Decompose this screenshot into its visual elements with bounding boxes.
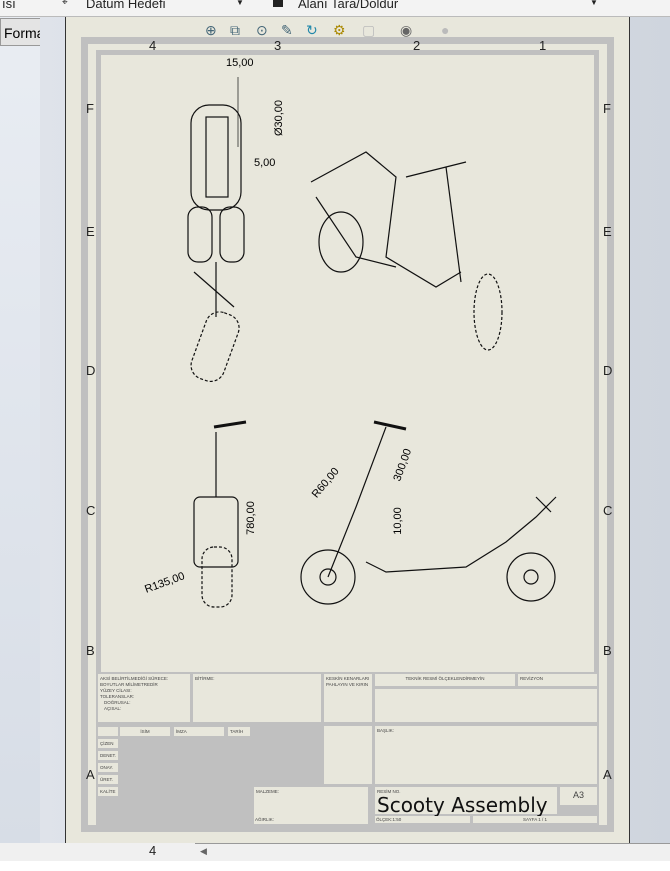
general-notes: AKSİ BELİRTİLMEDİĞİ SÜRECE: BOYUTLAR MİLİ… [98,674,190,722]
appearance-icon[interactable]: ● [441,22,449,38]
hide-show-icon[interactable]: ◉ [400,22,412,39]
dimension-label[interactable]: 10,00 [392,507,404,535]
hatch-icon [273,0,283,7]
finish-field: BİTİRME: [193,674,321,722]
dimension-label[interactable]: Ø30,00 [273,100,285,136]
scroll-left-icon[interactable]: ◀ [200,846,207,857]
pan-icon[interactable]: ✎ [281,22,293,39]
sheet-number: SAYFA 1 / 1 [473,816,597,823]
weight-field: AĞIRLIK: [254,816,368,823]
iso-view [310,151,503,351]
dimension-label[interactable]: 5,00 [254,157,275,169]
sheet-size: A3 [560,787,597,805]
zoom-area-icon[interactable]: ⧉ [230,22,240,39]
dimension-label[interactable]: 15,00 [226,57,254,69]
drawing-number-field: RESİM NO. Scooty Assembly [375,787,557,815]
no-scale-note: TEKNİK RESMİ ÖLÇEKLENDİRMEYİN [375,674,515,686]
front-view [193,420,247,608]
left-panel [0,17,40,843]
top-view [187,77,245,383]
toolbar: ısı ⌖ Datum Hedefi ▼ Alanı Tara/Doldur ▼ [0,0,670,17]
edges-note: KESKİN KENARLARI PAHLAYIN VE KIRIN [324,674,372,722]
hatch-fill-button[interactable]: Alanı Tara/Doldur [298,0,398,11]
chevron-down-icon[interactable]: ▼ [236,0,244,7]
side-view [300,420,557,605]
zoom-to-fit-icon[interactable]: ⊕ [205,22,217,39]
revision-field: REVİZYON [518,674,597,686]
zoom-in-out-icon[interactable]: ⊙ [256,22,268,39]
revision-area [375,689,597,722]
chevron-down-icon[interactable]: ▼ [590,0,598,7]
dimension-label[interactable]: 780,00 [245,501,257,535]
datum-target-button[interactable]: Datum Hedefi [86,0,165,11]
scale-field: ÖLÇEK:1:50 [375,816,470,823]
grid-cells [324,726,372,784]
title-field: BAŞLIK: [375,726,597,784]
toolbar-item-left[interactable]: ısı [2,0,16,11]
rotate-icon[interactable]: ↻ [306,22,318,39]
section-view-icon[interactable]: ⚙ [333,22,346,39]
datum-target-icon: ⌖ [62,0,68,8]
zone-col: 4 [149,843,157,858]
title-block: AKSİ BELİRTİLMEDİĞİ SÜRECE: BOYUTLAR MİLİ… [96,672,599,825]
status-bar [0,861,670,871]
horizontal-scrollbar[interactable]: ◀ [195,843,670,861]
drawing-sheet[interactable]: 4 3 2 1 4 3 2 1 F E D C B A F E D C B A … [65,17,630,858]
display-style-icon[interactable]: ▢ [362,22,375,39]
material-field: MALZEME: [254,787,368,819]
